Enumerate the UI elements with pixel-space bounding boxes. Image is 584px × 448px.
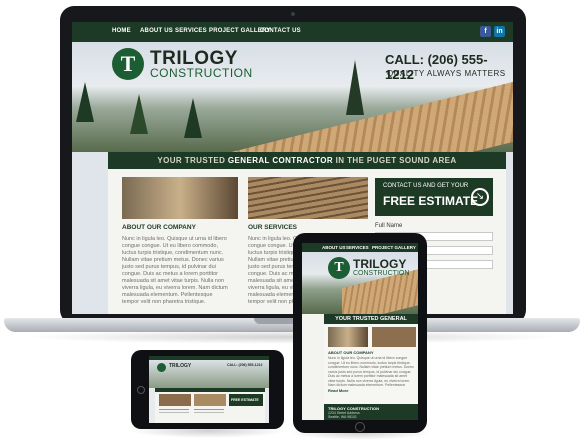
tablet-read-more[interactable]: Read More: [328, 388, 348, 393]
band-text-pre: YOUR TRUSTED: [157, 156, 228, 165]
headline-band: YOUR TRUSTED GENERAL CONTRACTOR IN THE P…: [108, 152, 506, 169]
tablet-home-button-icon[interactable]: [355, 422, 365, 432]
estimate-small-text: CONTACT US AND GET YOUR: [383, 183, 469, 189]
tablet-about-heading: ABOUT OUR COMPANY: [328, 350, 374, 355]
linkedin-icon[interactable]: in: [494, 26, 505, 37]
tagline: QUALITY ALWAYS MATTERS: [387, 69, 506, 78]
lumber-photo: [248, 177, 368, 219]
tablet-logo-title: TRILOGY: [353, 257, 407, 271]
services-heading: OUR SERVICES: [248, 224, 298, 231]
full-name-label: Full Name: [375, 223, 403, 229]
about-text: Nunc in ligula leo. Quisque ut urna id l…: [122, 236, 228, 305]
worker-photo: [122, 177, 238, 219]
tablet-band: YOUR TRUSTED GENERAL: [324, 314, 418, 324]
phone-screen: TRILOGY CALL: (206) 555-1212 FREE ESTIMA…: [149, 356, 269, 423]
tablet-nav-gallery[interactable]: PROJECT GALLERY: [372, 245, 416, 250]
logo-mark[interactable]: T: [112, 48, 144, 80]
laptop-shadow: [20, 330, 564, 344]
tablet-nav-services[interactable]: SERVICES: [346, 245, 369, 250]
phone-call: CALL: (206) 555-1212: [227, 363, 263, 367]
phone-home-button-icon[interactable]: [137, 386, 145, 394]
facebook-icon[interactable]: f: [480, 26, 491, 37]
band-text-strong: GENERAL CONTRACTOR: [227, 156, 334, 165]
laptop-camera-icon: [291, 12, 295, 16]
tablet-footer-line-2: Seattle, WA 98101: [328, 415, 357, 419]
phone-logo: TRILOGY: [169, 363, 192, 369]
nav-contact-us[interactable]: CONTACT US: [260, 28, 301, 34]
site-nav-bar: HOME ABOUT US SERVICES PROJECT GALLERY C…: [72, 22, 513, 42]
arrow-down-right-icon: ↘: [471, 188, 489, 206]
tablet-nav-about[interactable]: ABOUT US: [322, 245, 346, 250]
nav-services[interactable]: SERVICES: [175, 28, 207, 34]
estimate-big-text: FREE ESTIMATE: [383, 194, 479, 208]
tablet-about-text: Nunc in ligula leo. Quisque ut urna id l…: [328, 356, 414, 386]
nav-home[interactable]: HOME: [112, 28, 131, 34]
band-text-post: IN THE PUGET SOUND AREA: [333, 156, 457, 165]
tablet-nav-bar: ABOUT US SERVICES PROJECT GALLERY: [302, 243, 418, 252]
tablet-logo-subtitle: CONSTRUCTION: [353, 270, 410, 277]
tablet-logo-mark: T: [328, 257, 350, 279]
about-heading: ABOUT OUR COMPANY: [122, 224, 196, 231]
nav-about-us[interactable]: ABOUT US: [140, 28, 173, 34]
logo-subtitle: CONSTRUCTION: [150, 66, 253, 80]
tablet-photo: [328, 327, 368, 347]
tablet-screen: ABOUT US SERVICES PROJECT GALLERY T TRIL…: [302, 243, 418, 420]
phone-estimate[interactable]: FREE ESTIMATE: [231, 398, 259, 402]
